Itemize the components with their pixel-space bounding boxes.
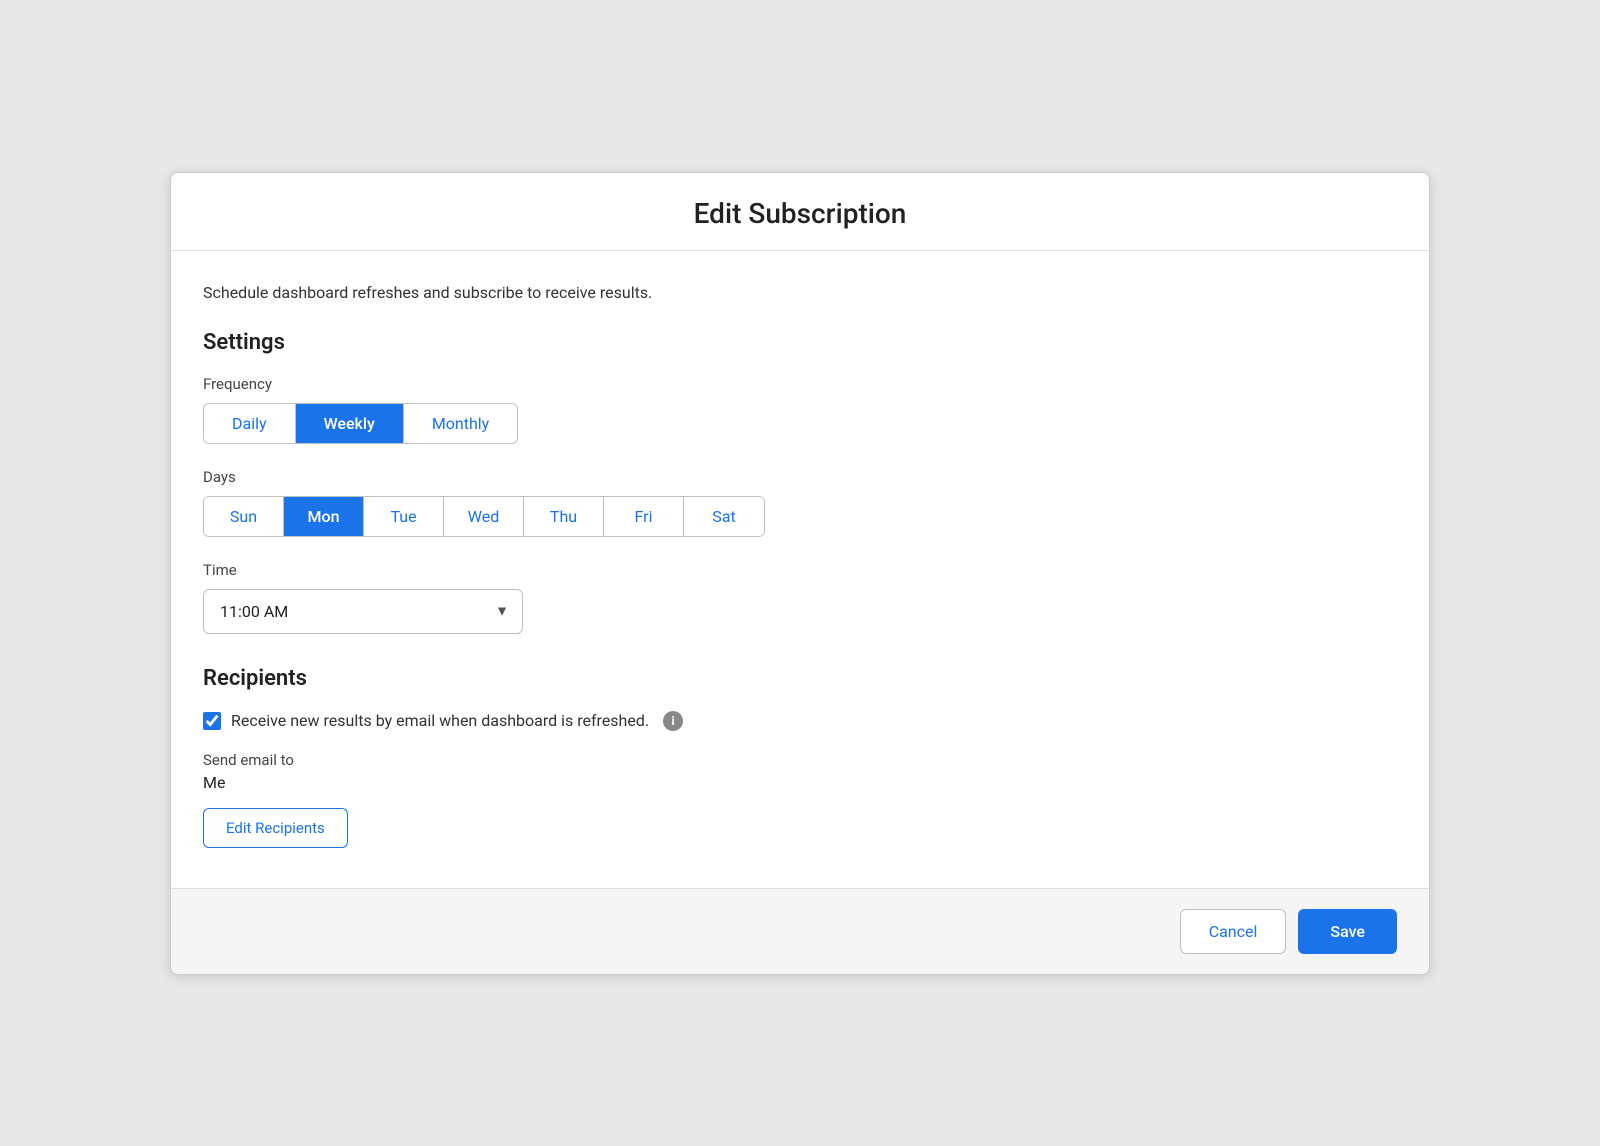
day-mon-btn[interactable]: Mon [284, 497, 364, 536]
day-thu-btn[interactable]: Thu [524, 497, 604, 536]
save-button[interactable]: Save [1298, 909, 1397, 954]
frequency-monthly-btn[interactable]: Monthly [404, 404, 517, 443]
modal-title: Edit Subscription [203, 197, 1397, 230]
day-tue-btn[interactable]: Tue [364, 497, 444, 536]
email-checkbox-label: Receive new results by email when dashbo… [231, 711, 649, 730]
email-checkbox-row: Receive new results by email when dashbo… [203, 711, 1397, 731]
time-label: Time [203, 561, 1397, 579]
time-select[interactable]: 12:00 AM1:00 AM2:00 AM3:00 AM4:00 AM5:00… [203, 589, 523, 634]
description-text: Schedule dashboard refreshes and subscri… [203, 283, 1397, 302]
frequency-btn-group: Daily Weekly Monthly [203, 403, 518, 444]
days-label: Days [203, 468, 1397, 486]
frequency-daily-btn[interactable]: Daily [204, 404, 296, 443]
day-sun-btn[interactable]: Sun [204, 497, 284, 536]
day-sat-btn[interactable]: Sat [684, 497, 764, 536]
info-icon: i [663, 711, 683, 731]
frequency-label: Frequency [203, 375, 1397, 393]
cancel-button[interactable]: Cancel [1180, 909, 1287, 954]
send-email-value: Me [203, 773, 1397, 792]
email-checkbox[interactable] [203, 712, 221, 730]
day-wed-btn[interactable]: Wed [444, 497, 524, 536]
days-field: Days Sun Mon Tue Wed Thu Fri Sat [203, 468, 1397, 537]
settings-section: Settings Frequency Daily Weekly Monthly … [203, 330, 1397, 634]
time-select-wrapper: 12:00 AM1:00 AM2:00 AM3:00 AM4:00 AM5:00… [203, 589, 523, 634]
settings-section-title: Settings [203, 330, 1397, 355]
frequency-weekly-btn[interactable]: Weekly [296, 404, 404, 443]
days-btn-group: Sun Mon Tue Wed Thu Fri Sat [203, 496, 765, 537]
modal-footer: Cancel Save [171, 888, 1429, 974]
recipients-section-title: Recipients [203, 666, 1397, 691]
modal-header: Edit Subscription [171, 173, 1429, 251]
frequency-field: Frequency Daily Weekly Monthly [203, 375, 1397, 444]
edit-subscription-modal: Edit Subscription Schedule dashboard ref… [170, 172, 1430, 975]
time-field: Time 12:00 AM1:00 AM2:00 AM3:00 AM4:00 A… [203, 561, 1397, 634]
recipients-section: Recipients Receive new results by email … [203, 666, 1397, 848]
send-email-label: Send email to [203, 751, 1397, 769]
day-fri-btn[interactable]: Fri [604, 497, 684, 536]
edit-recipients-btn[interactable]: Edit Recipients [203, 808, 348, 848]
modal-body: Schedule dashboard refreshes and subscri… [171, 251, 1429, 888]
